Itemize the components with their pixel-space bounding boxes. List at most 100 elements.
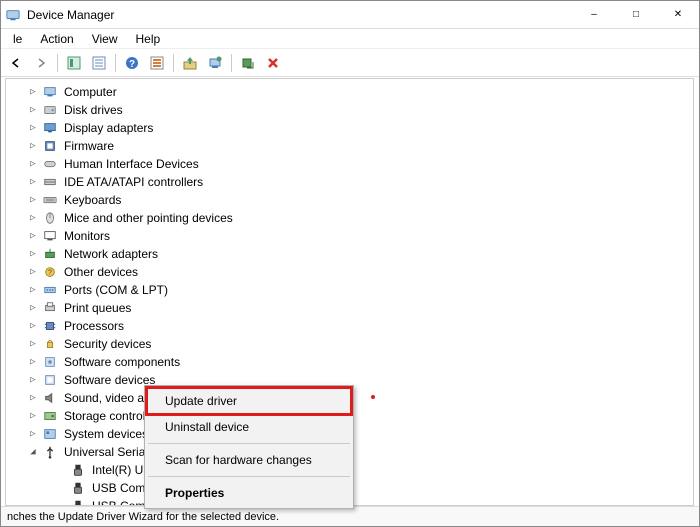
usb-icon (42, 444, 58, 460)
expander-icon[interactable]: ▷ (26, 211, 40, 225)
menubar: le Action View Help (1, 29, 699, 49)
tree-node[interactable]: ▷ Network adapters (14, 245, 693, 263)
menu-help[interactable]: Help (128, 31, 169, 47)
port-icon (42, 282, 58, 298)
context-menu-item[interactable]: Scan for hardware changes (147, 447, 351, 473)
expander-icon[interactable]: ▷ (26, 139, 40, 153)
expander-icon[interactable]: ▷ (26, 103, 40, 117)
tree-node[interactable]: ▷Display adapters (14, 119, 693, 137)
computer-icon (42, 84, 58, 100)
tree-node-label: Computer (62, 85, 119, 99)
disable-device-icon[interactable] (262, 52, 284, 74)
tree-node-label: Network adapters (62, 247, 160, 261)
tree-node[interactable]: ▷Keyboards (14, 191, 693, 209)
tree-node[interactable]: ▷ Ports (COM & LPT) (14, 281, 693, 299)
properties-icon[interactable] (88, 52, 110, 74)
security-icon (42, 336, 58, 352)
tree-node[interactable]: ▷ Human Interface Devices (14, 155, 693, 173)
expander-icon[interactable]: ▷ (26, 301, 40, 315)
expander-icon[interactable]: ▷ (26, 427, 40, 441)
tree-node[interactable]: ▷ Monitors (14, 227, 693, 245)
expander-icon[interactable]: ▷ (26, 193, 40, 207)
disk-icon (42, 102, 58, 118)
display-icon (42, 120, 58, 136)
expander-icon[interactable]: ▷ (26, 247, 40, 261)
tree-node[interactable]: ▷ Disk drives (14, 101, 693, 119)
tree-node-label: Software components (62, 355, 182, 369)
menu-action[interactable]: Action (32, 31, 81, 47)
titlebar: Device Manager – □ ✕ (1, 1, 699, 29)
swcomp-icon (42, 354, 58, 370)
firmware-icon (42, 138, 58, 154)
hid-icon (42, 156, 58, 172)
context-menu-item[interactable]: Properties (147, 480, 351, 506)
back-arrow-icon[interactable] (5, 52, 27, 74)
expander-icon[interactable]: ▷ (26, 319, 40, 333)
update-driver-icon[interactable] (179, 52, 201, 74)
svg-text:?: ? (48, 270, 52, 277)
tree-node-label: Ports (COM & LPT) (62, 283, 170, 297)
expander-icon[interactable]: ▷ (26, 337, 40, 351)
mouse-icon (42, 210, 58, 226)
toolbar-separator (173, 54, 174, 72)
expander-icon (54, 463, 68, 477)
tree-node-label: Processors (62, 319, 126, 333)
expander-icon[interactable]: ▷ (26, 355, 40, 369)
minimize-button[interactable]: – (573, 1, 615, 29)
help-icon[interactable]: ? (121, 52, 143, 74)
expander-icon (54, 481, 68, 495)
tree-node[interactable]: ▷Mice and other pointing devices (14, 209, 693, 227)
tree-node[interactable]: ▷ Software components (14, 353, 693, 371)
expander-icon[interactable]: ▷ (26, 175, 40, 189)
enable-device-icon[interactable] (237, 52, 259, 74)
maximize-button[interactable]: □ (615, 1, 657, 29)
tree-node-label: Disk drives (62, 103, 125, 117)
tree-node-label: IDE ATA/ATAPI controllers (62, 175, 205, 189)
expander-icon[interactable]: ▷ (26, 409, 40, 423)
expander-icon[interactable]: ◢ (26, 445, 40, 459)
toolbar: ? (1, 49, 699, 77)
tree-node[interactable]: ▷? Other devices (14, 263, 693, 281)
expander-icon[interactable]: ▷ (26, 283, 40, 297)
context-menu-item[interactable]: Uninstall device (147, 414, 351, 440)
tree-node[interactable]: ▷ Processors (14, 317, 693, 335)
forward-arrow-icon[interactable] (30, 52, 52, 74)
context-menu-item[interactable]: Update driver (147, 388, 351, 414)
expander-icon[interactable]: ▷ (26, 391, 40, 405)
monitor-icon (42, 228, 58, 244)
cpu-icon (42, 318, 58, 334)
tree-node-label: Other devices (62, 265, 140, 279)
tree-node-label: Firmware (62, 139, 116, 153)
expander-icon[interactable]: ▷ (26, 85, 40, 99)
system-icon (42, 426, 58, 442)
menu-file[interactable]: le (5, 31, 30, 47)
context-menu: Update driverUninstall device Scan for ha… (144, 385, 354, 509)
statusbar: nches the Update Driver Wizard for the s… (1, 506, 699, 526)
tree-node-label: Human Interface Devices (62, 157, 201, 171)
show-hide-tree-icon[interactable] (63, 52, 85, 74)
context-menu-separator (148, 443, 350, 444)
expander-icon[interactable]: ▷ (26, 157, 40, 171)
scan-hardware-icon[interactable] (204, 52, 226, 74)
tree-node[interactable]: ▷ Firmware (14, 137, 693, 155)
tree-node-label: Monitors (62, 229, 112, 243)
network-icon (42, 246, 58, 262)
tree-node[interactable]: ▷ IDE ATA/ATAPI controllers (14, 173, 693, 191)
expander-icon[interactable]: ▷ (26, 265, 40, 279)
tree-node[interactable]: ▷ Print queues (14, 299, 693, 317)
expander-icon[interactable]: ▷ (26, 229, 40, 243)
action-list-icon[interactable] (146, 52, 168, 74)
close-button[interactable]: ✕ (657, 1, 699, 29)
menu-view[interactable]: View (84, 31, 126, 47)
expander-icon[interactable]: ▷ (26, 373, 40, 387)
tree-node-label: System devices (62, 427, 150, 441)
other-icon: ? (42, 264, 58, 280)
toolbar-separator (115, 54, 116, 72)
tree-node-label: Print queues (62, 301, 133, 315)
tree-node[interactable]: ▷Security devices (14, 335, 693, 353)
window-title: Device Manager (27, 8, 573, 22)
annotation-dot (371, 395, 375, 399)
expander-icon[interactable]: ▷ (26, 121, 40, 135)
toolbar-separator (57, 54, 58, 72)
tree-node[interactable]: ▷ Computer (14, 83, 693, 101)
